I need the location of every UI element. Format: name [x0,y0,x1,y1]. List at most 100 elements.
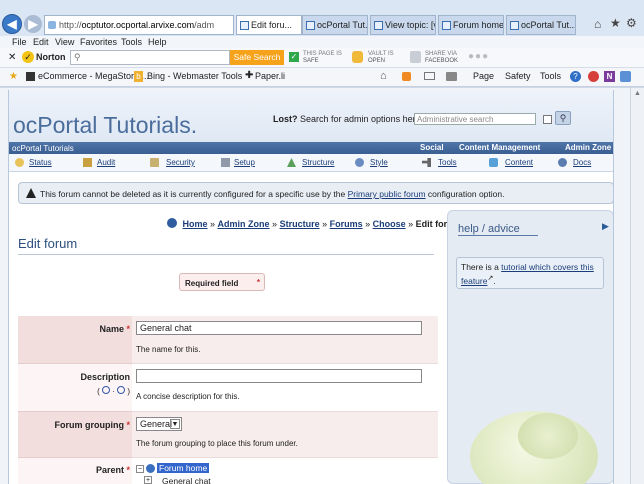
breadcrumb-forums[interactable]: Forums [330,219,363,229]
breadcrumb-structure[interactable]: Structure [280,219,320,229]
search-go-button[interactable]: ⚲ [555,111,571,125]
vault-lock-icon[interactable] [352,51,363,63]
menu-edit[interactable]: Edit [33,37,49,47]
structure-icon [287,158,296,167]
onenote-icon[interactable]: N [604,71,615,82]
lost-search-hint: Lost? Search for admin options here → [273,114,432,124]
name-label-cell: Name * [18,316,132,364]
notice-link[interactable]: Primary public forum [348,189,426,199]
scroll-up-icon[interactable]: ▲ [634,90,641,97]
settings-gear-icon[interactable]: ⚙ [626,16,637,30]
menu-favorites[interactable]: Favorites [80,37,117,47]
home-icon[interactable]: ⌂ [380,70,387,82]
close-icon[interactable]: ✕ [8,52,16,63]
address-domain: ocptutor.ocportal.arvixe.com [81,20,195,30]
addon-icon-2[interactable] [620,71,631,82]
wysiwyg-toggle-icon[interactable]: ( · ) [97,386,130,396]
breadcrumb: Home » Admin Zone » Structure » Forums »… [167,218,461,229]
zone-setup[interactable]: Setup [234,158,255,167]
admin-search-input[interactable]: Administrative search [414,113,536,125]
help-advice-box: There is a tutorial which covers this fe… [456,257,604,289]
tree-collapse-icon[interactable]: − [136,465,144,473]
help-panel: help / advice ▶ There is a tutorial whic… [447,210,613,484]
page-menu[interactable]: Page [473,71,494,81]
description-help: A concise description for this. [136,392,240,401]
zone-content[interactable]: Content [505,158,533,167]
rss-feed-icon[interactable] [402,72,411,81]
page-icon [374,21,383,30]
page-scrollbar[interactable]: ▲ [630,88,644,484]
favorites-star-icon[interactable]: ★ [9,71,18,82]
parent-label-cell: Parent * [18,458,132,484]
grouping-select[interactable]: General ▼ [136,417,182,431]
collapse-arrow-icon[interactable]: ▶ [602,221,609,232]
name-description: The name for this. [136,345,201,354]
favorite-ecommerce[interactable]: eCommerce - MegaStore ... [38,71,149,81]
norton-search-input[interactable]: ⚲ [70,50,230,65]
zone-security[interactable]: Security [166,158,195,167]
zone-link-admin[interactable]: Admin Zone [565,143,611,152]
norton-toolbar: ✕ ✓ Norton ⚲ Safe Search ✓ THIS PAGE IS … [0,48,644,68]
zone-structure[interactable]: Structure [302,158,334,167]
tab-edit-forum[interactable]: Edit foru... [236,15,302,35]
safe-search-button[interactable]: Safe Search [230,50,284,65]
address-bar[interactable]: http://ocptutor.ocportal.arvixe.com/adm [44,15,234,35]
status-icon [15,158,24,167]
name-label: Name * [99,324,130,334]
favorite-paperli[interactable]: Paper.li [255,71,285,81]
tab-view-topic[interactable]: View topic: [v... [370,15,436,35]
menu-tools[interactable]: Tools [121,37,142,47]
mail-icon[interactable] [424,72,435,80]
help-icon[interactable]: ? [570,71,581,82]
zone-audit[interactable]: Audit [97,158,115,167]
zone-style[interactable]: Style [370,158,388,167]
tools-menu[interactable]: Tools [540,71,561,81]
favorite-page-icon [26,72,35,81]
zone-status[interactable]: Status [29,158,52,167]
description-label-cell: Description ( · ) [18,364,132,412]
tree-item-general-chat[interactable]: General chat [162,476,211,484]
tab-forum-home[interactable]: Forum home... [438,15,504,35]
menu-bar: File Edit View Favorites Tools Help [0,36,644,48]
tree-item-forum-home[interactable]: Forum home [157,463,210,473]
zone-link-social[interactable]: Social [420,143,444,152]
zone-docs[interactable]: Docs [573,158,591,167]
tab-ocportal-tutorials-2[interactable]: ocPortal Tut... [506,15,576,35]
safety-menu[interactable]: Safety [505,71,531,81]
site-header: ocPortal Tutorials. Lost? Search for adm… [9,90,613,142]
zone-tools[interactable]: Tools [438,158,457,167]
grouping-description: The forum grouping to place this forum u… [136,439,298,448]
paperli-icon: ✚ [245,70,254,81]
zone-link-content-management[interactable]: Content Management [459,143,540,152]
back-button[interactable]: ◀ [2,14,22,34]
tab-ocportal-tutorials[interactable]: ocPortal Tut... [302,15,368,35]
browser-tab-bar: ◀ ▶ http://ocptutor.ocportal.arvixe.com/… [0,0,644,36]
decorative-bubble-small-icon [518,413,578,459]
page-icon [442,21,451,30]
addon-icon-1[interactable] [588,71,599,82]
description-label: Description [80,372,130,382]
name-input[interactable]: General chat [136,321,422,335]
menu-view[interactable]: View [55,37,74,47]
favorites-star-icon[interactable]: ★ [610,16,621,30]
breadcrumb-choose[interactable]: Choose [373,219,406,229]
more-dots-icon[interactable]: ●●● [468,51,489,62]
forward-button[interactable]: ▶ [24,15,42,33]
forum-globe-icon [146,464,155,473]
menu-help[interactable]: Help [148,37,167,47]
favorite-bing-webmaster[interactable]: Bing - Webmaster Tools [147,71,242,81]
style-icon [355,158,364,167]
print-icon[interactable] [446,72,457,81]
site-title[interactable]: ocPortal Tutorials. [13,112,197,139]
breadcrumb-admin-zone[interactable]: Admin Zone [218,219,270,229]
description-input[interactable] [136,369,422,383]
search-checkbox[interactable] [543,115,552,124]
home-icon[interactable]: ⌂ [594,17,601,31]
share-icon[interactable] [410,51,421,63]
name-field-cell: General chat The name for this. [132,316,438,364]
breadcrumb-home[interactable]: Home [183,219,208,229]
tree-expand-icon[interactable]: + [144,476,152,484]
menu-file[interactable]: File [12,37,27,47]
parent-field-cell: − Forum home + General chat [132,458,438,484]
search-icon: ⚲ [74,52,81,62]
